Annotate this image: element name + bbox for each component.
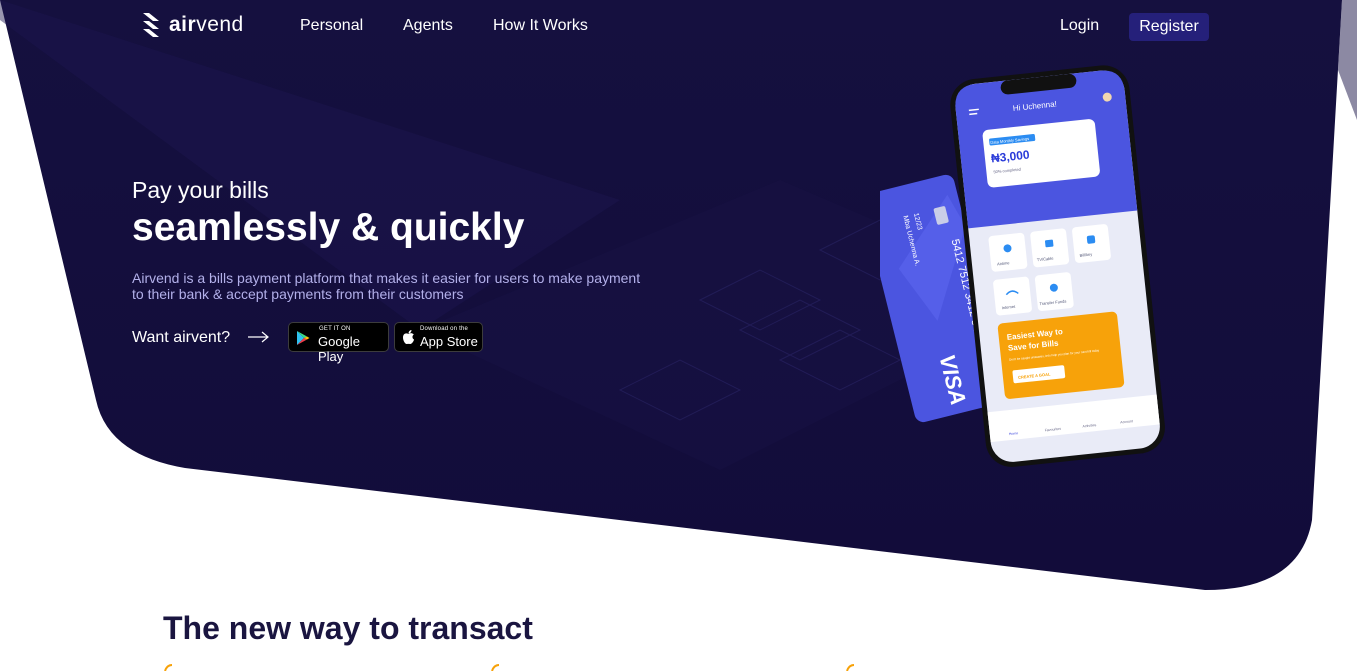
top-navigation: airvend Personal Agents How It Works Log… xyxy=(0,0,1357,52)
phone-mockup: Hi Uchenna! Data Monthly Savings ₦3,000 … xyxy=(950,65,1165,467)
google-play-small-text: GET IT ON xyxy=(319,326,351,332)
google-play-button[interactable]: GET IT ON Google Play xyxy=(288,322,389,364)
nav-link-agents[interactable]: Agents xyxy=(403,17,453,35)
hero-description: Airvend is a bills payment platform that… xyxy=(132,270,641,302)
register-button[interactable]: Register xyxy=(1129,13,1209,41)
tv-icon xyxy=(1044,239,1054,248)
login-link[interactable]: Login xyxy=(1060,17,1099,35)
app-store-label: App Store xyxy=(420,334,478,349)
arrow-right-icon xyxy=(248,331,269,343)
app-preview-illustration: 5412 7512 3412 3456 12/23 Mba Uchenna A.… xyxy=(880,65,1165,467)
airvend-logo[interactable]: airvend xyxy=(141,12,244,38)
airvend-logo-icon xyxy=(143,13,159,37)
cta-text: Want airvent? xyxy=(132,329,231,346)
play-triangle-icon xyxy=(297,331,310,345)
accent-mark xyxy=(164,664,173,671)
google-play-label: Google Play xyxy=(318,334,360,364)
logo-wordmark: airvend xyxy=(169,13,244,36)
nav-link-how-it-works[interactable]: How It Works xyxy=(493,17,588,35)
bill-icon xyxy=(1086,235,1096,244)
hero-headline-large: seamlessly & quickly xyxy=(132,206,525,249)
app-store-small-text: Download on the xyxy=(420,326,469,332)
nav-link-personal[interactable]: Personal xyxy=(300,17,363,35)
accent-mark xyxy=(491,664,500,671)
hero-headline-small: Pay your bills xyxy=(132,177,269,203)
app-store-button[interactable]: Download on the App Store xyxy=(394,322,483,352)
accent-mark xyxy=(846,664,855,671)
section-title: The new way to transact xyxy=(163,610,533,646)
apple-icon xyxy=(403,330,414,345)
